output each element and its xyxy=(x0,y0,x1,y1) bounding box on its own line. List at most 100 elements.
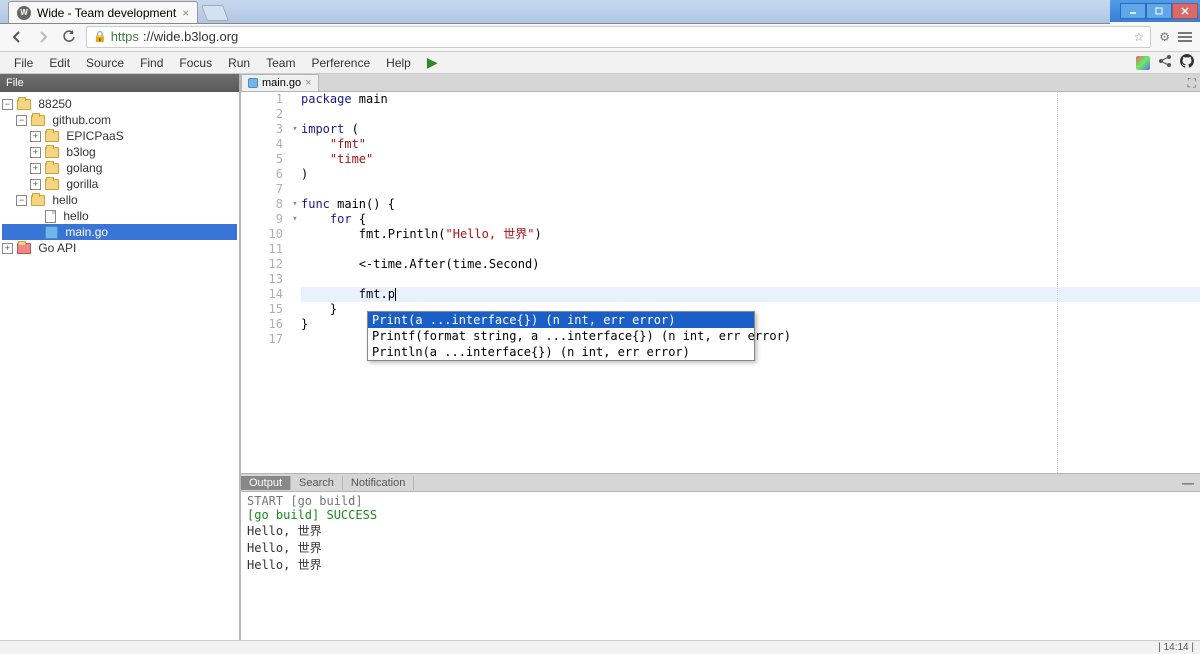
output-line: Hello, 世界 xyxy=(247,556,1194,573)
tree-file-main-go[interactable]: main.go xyxy=(2,224,237,240)
lock-icon: 🔒 xyxy=(93,30,107,43)
url-rest: ://wide.b3log.org xyxy=(143,29,238,44)
browser-tab-bar: W Wide - Team development × xyxy=(0,0,1110,24)
site-favicon: W xyxy=(17,6,31,20)
image-icon[interactable] xyxy=(1136,56,1150,70)
github-icon[interactable] xyxy=(1180,54,1194,71)
bottom-tabs: OutputSearchNotification — xyxy=(241,474,1200,492)
chrome-menu-icon[interactable] xyxy=(1178,32,1192,42)
ruler-line xyxy=(1057,92,1058,473)
app-menubar: FileEditSourceFindFocusRunTeamPerference… xyxy=(0,52,1200,74)
code-line[interactable]: for { xyxy=(301,212,1200,227)
editor-tab-main-go[interactable]: main.go × xyxy=(241,74,319,91)
code-line[interactable] xyxy=(301,272,1200,287)
code-line[interactable]: <-time.After(time.Second) xyxy=(301,257,1200,272)
editor-tab-label: main.go xyxy=(262,77,301,89)
editor-tab-bar: main.go × ⛶ xyxy=(241,74,1200,92)
minimize-window-button[interactable] xyxy=(1120,3,1146,19)
tree-folder-b3log[interactable]: + b3log xyxy=(2,144,237,160)
bookmark-star-icon[interactable]: ☆ xyxy=(1133,30,1144,44)
code-area[interactable]: package main import ( "fmt" "time") func m… xyxy=(301,92,1200,473)
minimize-panel-icon[interactable]: — xyxy=(1182,476,1194,490)
menu-run[interactable]: Run xyxy=(220,54,258,72)
code-line[interactable]: fmt.Println("Hello, 世界") xyxy=(301,227,1200,242)
status-bar: | 14:14 | xyxy=(0,640,1200,654)
code-line[interactable]: fmt.p xyxy=(301,287,1200,302)
output-line: Hello, 世界 xyxy=(247,539,1194,556)
go-file-icon xyxy=(45,226,58,239)
folder-icon xyxy=(45,179,59,190)
file-icon xyxy=(45,210,56,223)
new-tab-button[interactable] xyxy=(201,5,229,21)
autocomplete-item[interactable]: Print(a ...interface{}) (n int, err erro… xyxy=(368,312,754,328)
code-line[interactable] xyxy=(301,107,1200,122)
line-gutter: 1234567891011121314151617 xyxy=(241,92,289,473)
autocomplete-popup[interactable]: Print(a ...interface{}) (n int, err erro… xyxy=(367,311,755,361)
bottom-tab-notification[interactable]: Notification xyxy=(343,476,414,490)
folder-icon xyxy=(17,99,31,110)
tree-goapi[interactable]: + Go API xyxy=(2,240,237,256)
code-line[interactable] xyxy=(301,242,1200,257)
forward-button[interactable] xyxy=(34,28,52,46)
menu-perference[interactable]: Perference xyxy=(303,54,378,72)
tree-folder-hello[interactable]: − hello xyxy=(2,192,237,208)
go-file-icon xyxy=(248,78,258,88)
menu-help[interactable]: Help xyxy=(378,54,419,72)
code-editor[interactable]: 1234567891011121314151617 ▾▾▾ package ma… xyxy=(241,92,1200,473)
folder-icon xyxy=(17,243,31,254)
code-line[interactable]: "fmt" xyxy=(301,137,1200,152)
tree-root[interactable]: − 88250 xyxy=(2,96,237,112)
tree-folder-gorilla[interactable]: + gorilla xyxy=(2,176,237,192)
close-tab-icon[interactable]: × xyxy=(305,77,311,89)
browser-tab-title: Wide - Team development xyxy=(37,6,176,20)
cursor-position: | 14:14 | xyxy=(1158,642,1194,653)
menu-team[interactable]: Team xyxy=(258,54,303,72)
run-button[interactable]: ▶ xyxy=(421,54,444,71)
code-line[interactable]: ) xyxy=(301,167,1200,182)
menu-find[interactable]: Find xyxy=(132,54,171,72)
code-line[interactable]: package main xyxy=(301,92,1200,107)
output-line: [go build] SUCCESS xyxy=(247,508,1194,522)
close-tab-icon[interactable]: × xyxy=(182,6,189,20)
back-button[interactable] xyxy=(8,28,26,46)
code-line[interactable] xyxy=(301,182,1200,197)
address-bar: 🔒 https ://wide.b3log.org ☆ ⚙ xyxy=(0,22,1200,52)
tree-file-hello[interactable]: hello xyxy=(2,208,237,224)
file-sidebar: File − 88250 − github.com + EPICPaaS + b… xyxy=(0,74,240,640)
menu-edit[interactable]: Edit xyxy=(41,54,78,72)
output-line: START [go build] xyxy=(247,494,1194,508)
autocomplete-item[interactable]: Println(a ...interface{}) (n int, err er… xyxy=(368,344,754,360)
tree-folder-github[interactable]: − github.com xyxy=(2,112,237,128)
output-line: Hello, 世界 xyxy=(247,522,1194,539)
menu-file[interactable]: File xyxy=(6,54,41,72)
sidebar-header: File xyxy=(0,74,239,92)
browser-tab[interactable]: W Wide - Team development × xyxy=(8,1,198,23)
folder-icon xyxy=(45,131,59,142)
bottom-panel: OutputSearchNotification — START [go buil… xyxy=(241,473,1200,640)
reload-button[interactable] xyxy=(60,28,78,46)
fullscreen-icon[interactable]: ⛶ xyxy=(1188,76,1196,91)
url-scheme: https xyxy=(111,29,139,44)
code-line[interactable]: import ( xyxy=(301,122,1200,137)
code-line[interactable]: "time" xyxy=(301,152,1200,167)
close-window-button[interactable] xyxy=(1172,3,1198,19)
share-icon[interactable] xyxy=(1158,54,1172,71)
settings-icon[interactable]: ⚙ xyxy=(1159,30,1170,44)
menu-focus[interactable]: Focus xyxy=(171,54,220,72)
tree-folder-epic[interactable]: + EPICPaaS xyxy=(2,128,237,144)
folder-icon xyxy=(45,163,59,174)
bottom-tab-output[interactable]: Output xyxy=(241,476,291,490)
code-line[interactable]: func main() { xyxy=(301,197,1200,212)
folder-icon xyxy=(45,147,59,158)
bottom-tab-search[interactable]: Search xyxy=(291,476,343,490)
fold-gutter[interactable]: ▾▾▾ xyxy=(289,92,301,473)
output-console[interactable]: START [go build][go build] SUCCESSHello,… xyxy=(241,492,1200,640)
url-input[interactable]: 🔒 https ://wide.b3log.org ☆ xyxy=(86,26,1151,48)
tree-folder-golang[interactable]: + golang xyxy=(2,160,237,176)
autocomplete-item[interactable]: Printf(format string, a ...interface{}) … xyxy=(368,328,754,344)
folder-icon xyxy=(31,115,45,126)
file-tree[interactable]: − 88250 − github.com + EPICPaaS + b3log … xyxy=(0,92,239,640)
folder-icon xyxy=(31,195,45,206)
maximize-window-button[interactable] xyxy=(1146,3,1172,19)
menu-source[interactable]: Source xyxy=(78,54,132,72)
